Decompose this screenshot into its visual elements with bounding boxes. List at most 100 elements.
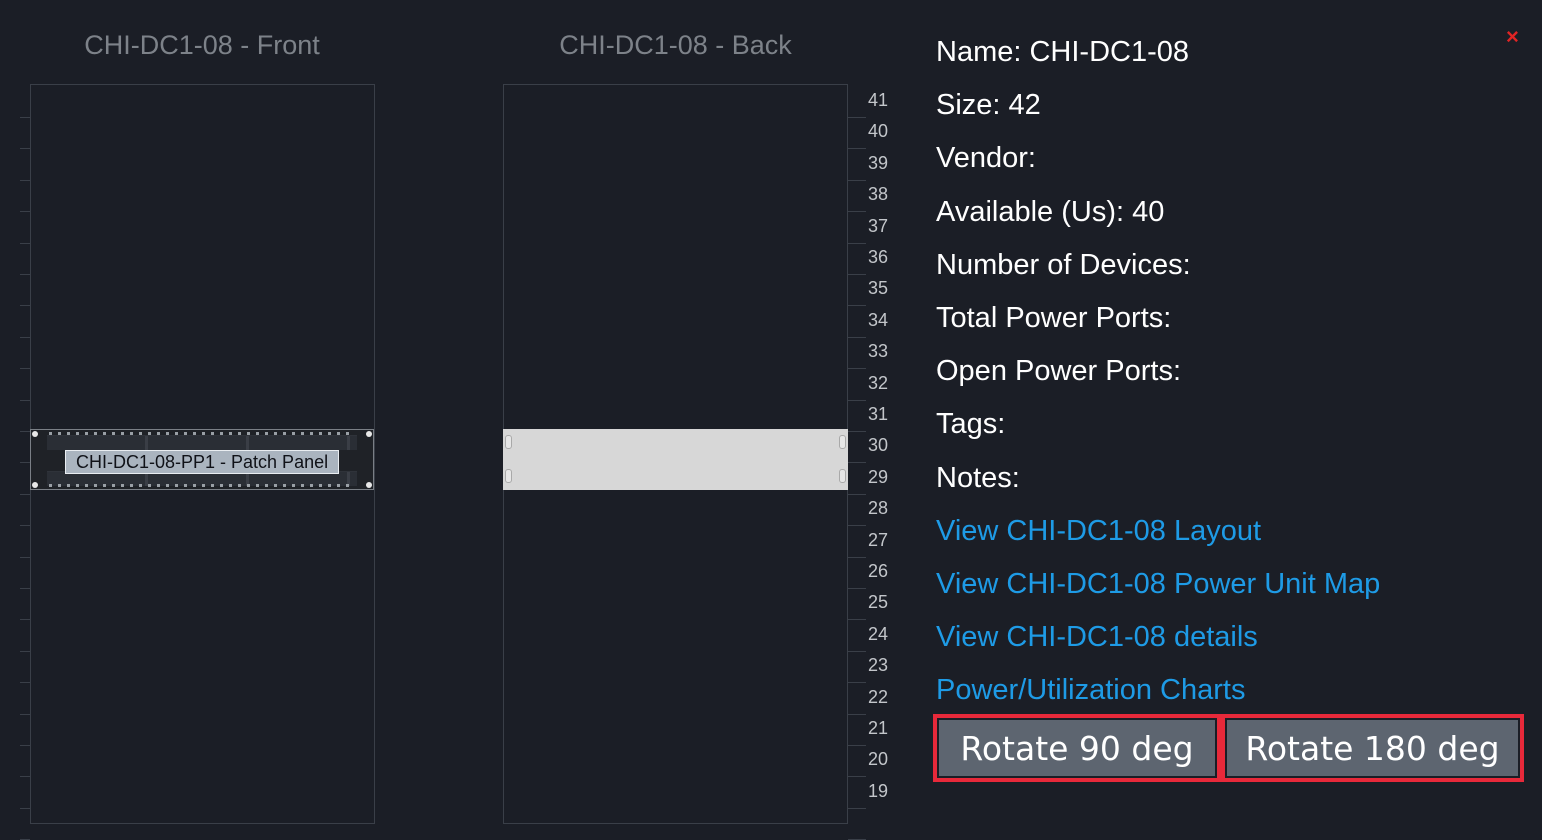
- rack-unit-label: 28: [868, 498, 889, 519]
- front-rack-title: CHI-DC1-08 - Front: [84, 30, 320, 60]
- info-total-power-ports: Total Power Ports:: [936, 301, 1172, 334]
- rack-unit-tick: [20, 776, 30, 778]
- rack-unit-label: 30: [868, 435, 889, 456]
- rack-unit-tick: [848, 525, 866, 527]
- front-rack-unit-ticks: [20, 84, 30, 840]
- rack-unit-label: 36: [868, 247, 889, 267]
- front-device-patch-panel[interactable]: CHI-DC1-08-PP1 - Patch Panel: [30, 429, 374, 490]
- back-rack-title: CHI-DC1-08 - Back: [559, 30, 792, 60]
- rack-unit-tick: [848, 619, 866, 621]
- rack-info-panel: Name: CHI-DC1-08 Size: 42 Vendor: Availa…: [936, 30, 1380, 721]
- rack-unit-tick: [848, 682, 866, 684]
- rack-ear: [505, 435, 512, 449]
- rack-unit-tick: [20, 682, 30, 684]
- rack-unit-label: 27: [868, 529, 889, 550]
- rack-unit-label: 23: [868, 655, 889, 676]
- rack-unit-tick: [848, 242, 866, 244]
- rotate-180-button-highlight: Rotate 180 deg: [1221, 714, 1524, 782]
- rack-unit-label: 31: [868, 404, 889, 424]
- rack-unit-tick: [848, 776, 866, 778]
- rack-unit-tick: [848, 148, 866, 150]
- info-available: Available (Us): 40: [936, 195, 1165, 228]
- rack-unit-tick: [848, 588, 866, 589]
- rack-unit-label: 35: [868, 278, 889, 299]
- rack-ear: [839, 435, 846, 449]
- rack-unit-tick: [20, 588, 30, 589]
- rack-unit-tick: [848, 211, 866, 213]
- rack-unit-tick: [20, 807, 30, 809]
- rack-unit-tick: [20, 305, 30, 307]
- rack-unit-label: 38: [868, 184, 889, 205]
- mount-screw: [32, 482, 38, 488]
- back-device-patch-panel[interactable]: [503, 429, 848, 490]
- rack-unit-label: 39: [868, 152, 889, 173]
- view-layout-link[interactable]: View CHI-DC1-08 Layout: [936, 509, 1380, 562]
- rack-unit-label: 33: [868, 341, 889, 362]
- rack-unit-tick: [20, 745, 30, 746]
- rack-unit-tick: [848, 336, 866, 338]
- mount-screw: [366, 431, 372, 437]
- back-rack-unit-ticks: [848, 84, 866, 840]
- rack-unit-tick: [848, 462, 866, 464]
- rack-unit-label: 40: [868, 121, 889, 142]
- rack-unit-tick: [20, 336, 30, 338]
- rack-unit-tick: [20, 368, 30, 370]
- rotate-90-button-highlight: Rotate 90 deg: [933, 714, 1221, 782]
- close-icon[interactable]: ×: [1506, 24, 1519, 50]
- rack-unit-tick: [848, 179, 866, 181]
- rack-unit-label: 37: [868, 215, 889, 236]
- rack-unit-tick: [848, 493, 866, 495]
- info-name: Name: CHI-DC1-08: [936, 36, 1189, 68]
- rack-unit-tick: [848, 556, 866, 558]
- rack-unit-label: 29: [868, 466, 889, 487]
- view-power-unit-map-link[interactable]: View CHI-DC1-08 Power Unit Map: [936, 562, 1380, 615]
- rack-unit-tick: [20, 556, 30, 558]
- info-open-power-ports: Open Power Ports:: [936, 355, 1181, 388]
- rack-unit-tick: [20, 148, 30, 150]
- rack-unit-tick: [848, 305, 866, 307]
- rack-ear: [839, 469, 846, 483]
- rack-ear: [505, 469, 512, 483]
- rack-unit-tick: [848, 399, 866, 401]
- info-notes: Notes:: [936, 461, 1020, 494]
- rack-unit-tick: [20, 242, 30, 244]
- rack-unit-tick: [20, 117, 30, 118]
- rack-unit-tick: [20, 179, 30, 181]
- rack-unit-tick: [848, 368, 866, 370]
- rack-unit-tick: [848, 117, 866, 118]
- info-number-of-devices: Number of Devices:: [936, 248, 1191, 281]
- rack-unit-tick: [20, 619, 30, 621]
- rack-unit-tick: [20, 399, 30, 401]
- view-details-link[interactable]: View CHI-DC1-08 details: [936, 615, 1380, 668]
- rack-unit-tick: [20, 211, 30, 213]
- rack-unit-tick: [848, 650, 866, 652]
- rack-unit-label: 41: [868, 90, 889, 110]
- rack-unit-label: 25: [868, 592, 889, 613]
- rack-unit-tick: [848, 274, 866, 275]
- device-label: CHI-DC1-08-PP1 - Patch Panel: [65, 450, 340, 474]
- rack-unit-tick: [20, 713, 30, 715]
- rotate-180-button[interactable]: Rotate 180 deg: [1227, 720, 1518, 776]
- bottom-port-row: [49, 484, 355, 487]
- rack-unit-label: 34: [868, 309, 889, 330]
- info-vendor: Vendor:: [936, 142, 1036, 175]
- info-size: Size: 42: [936, 89, 1041, 122]
- rack-unit-label: 21: [868, 718, 889, 738]
- rack-unit-tick: [20, 274, 30, 275]
- rack-unit-tick: [20, 462, 30, 464]
- upper-port-grid: [47, 435, 357, 450]
- rack-unit-label: 26: [868, 561, 889, 581]
- rack-unit-tick: [848, 807, 866, 809]
- rack-unit-tick: [848, 745, 866, 746]
- rotate-90-button[interactable]: Rotate 90 deg: [939, 720, 1215, 776]
- rack-unit-label: 20: [868, 749, 889, 770]
- rack-unit-tick: [20, 525, 30, 527]
- rack-unit-tick: [20, 650, 30, 652]
- rack-unit-label: 24: [868, 623, 889, 644]
- info-tags: Tags:: [936, 408, 1006, 441]
- rack-unit-tick: [848, 713, 866, 715]
- rack-unit-tick: [20, 431, 30, 432]
- rack-unit-tick: [20, 493, 30, 495]
- rack-unit-label: 19: [868, 780, 889, 801]
- mount-screw: [32, 431, 38, 437]
